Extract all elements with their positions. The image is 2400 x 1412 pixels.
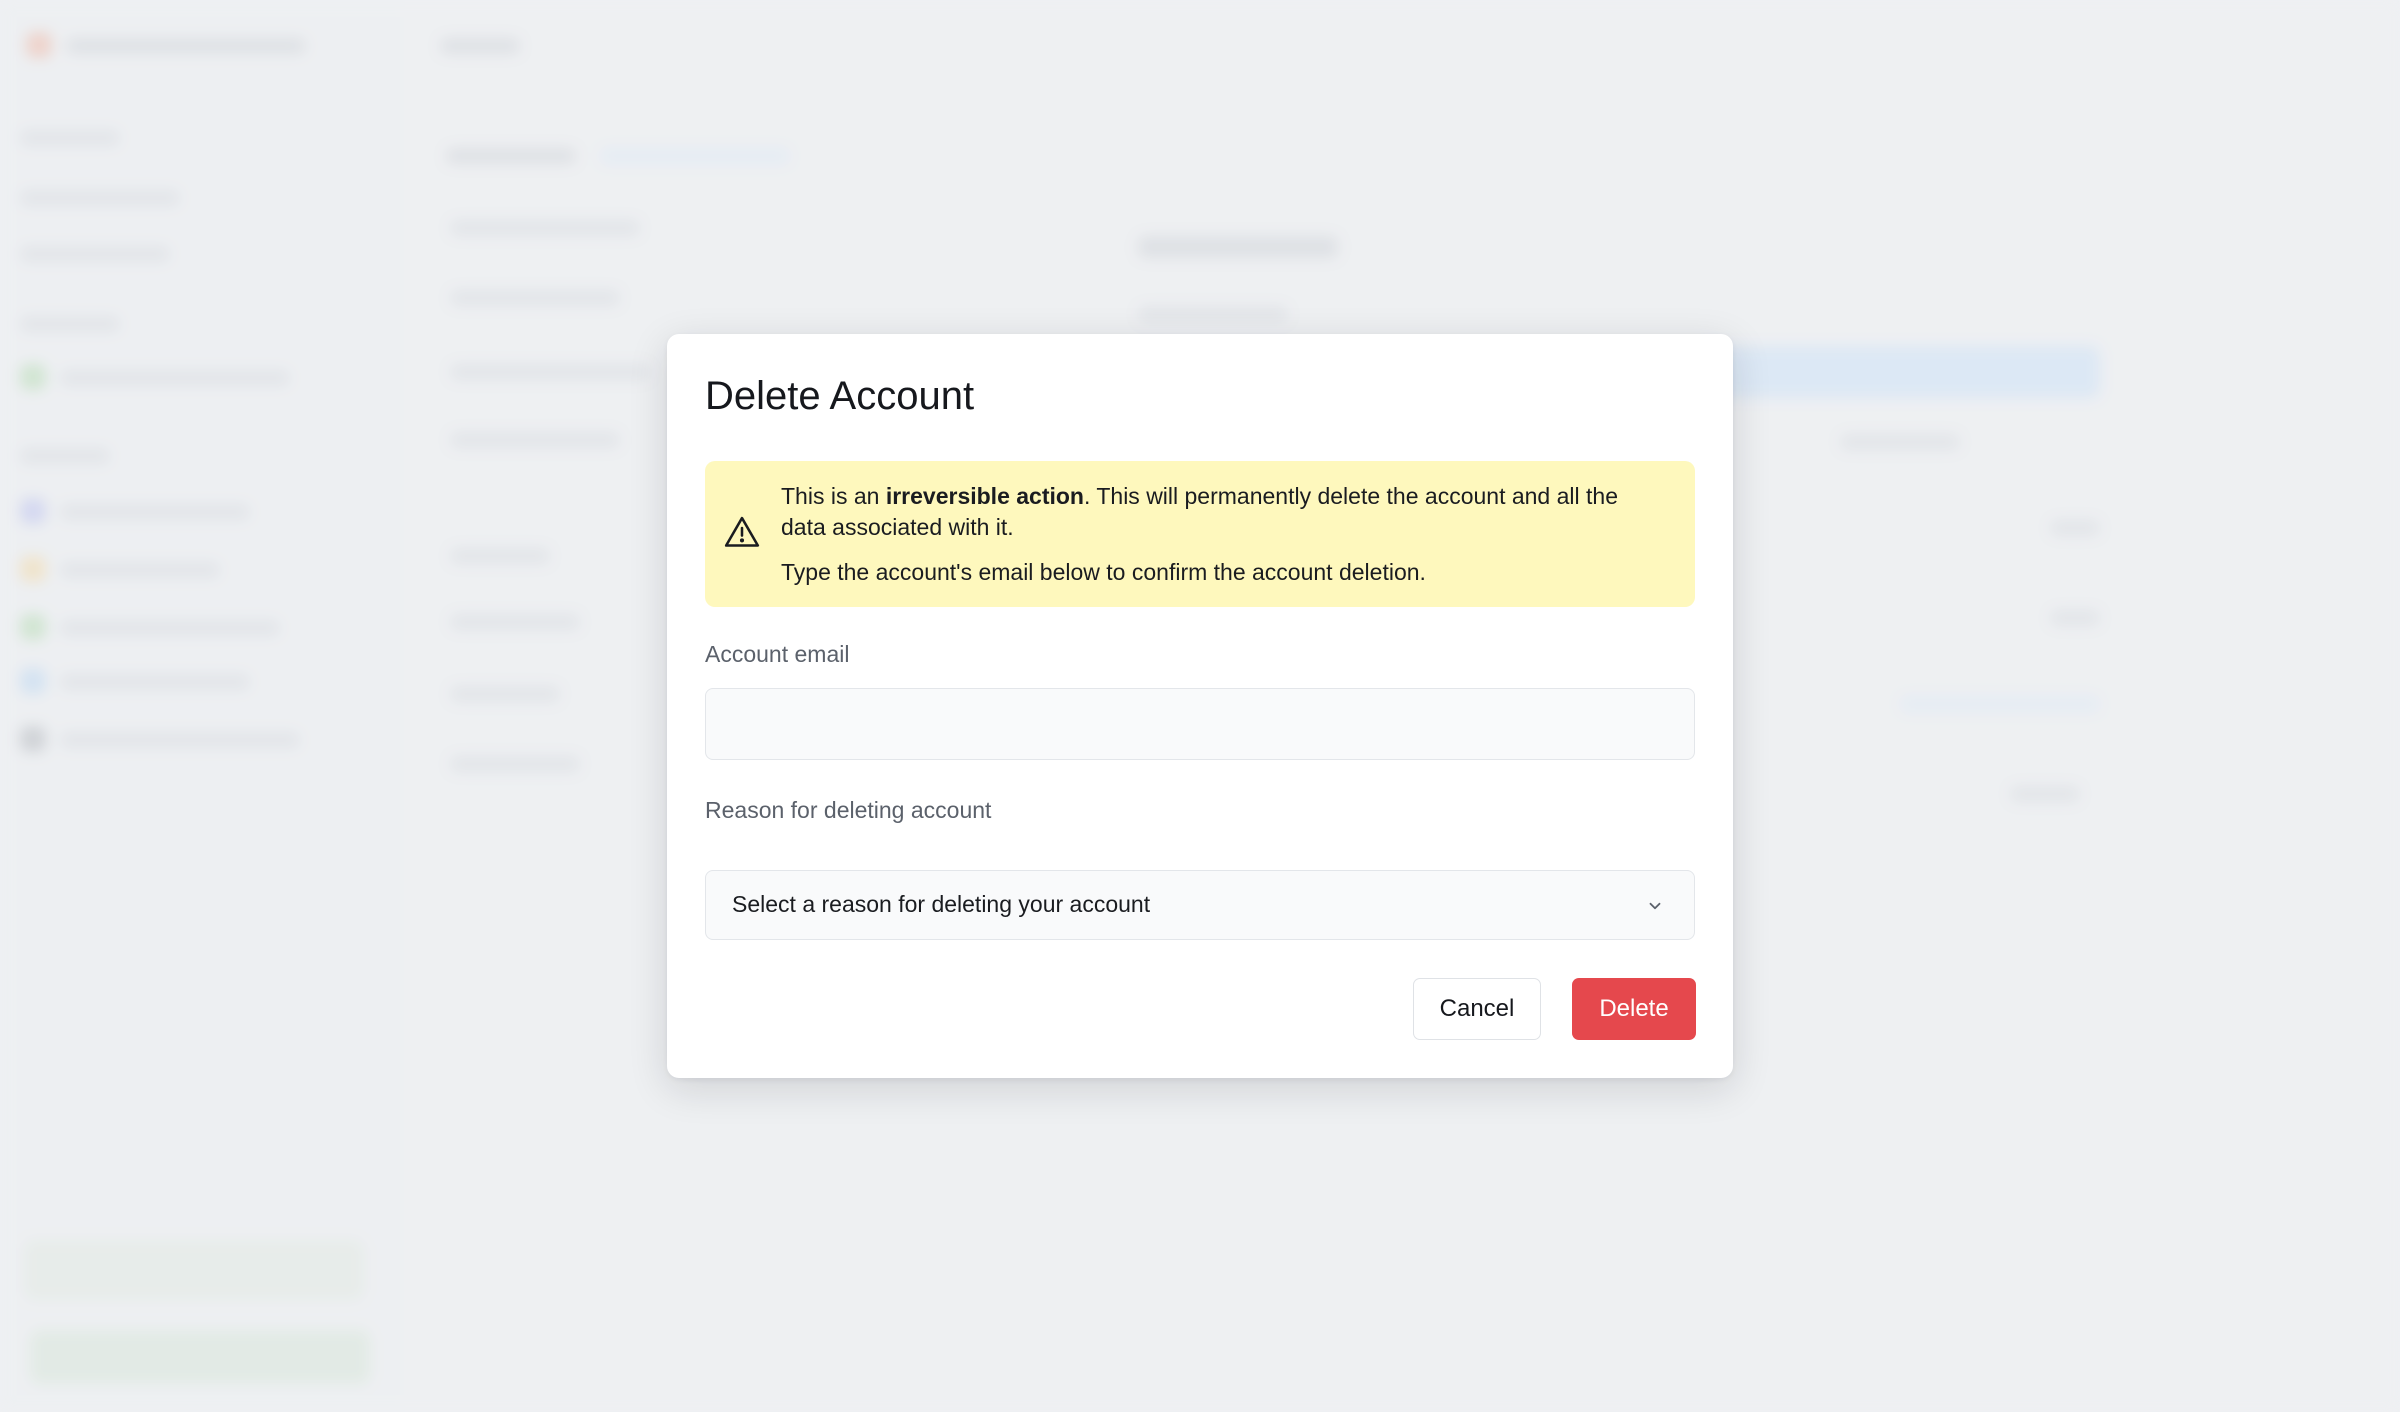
irreversible-warning-alert: This is an irreversible action. This wil…	[705, 461, 1695, 607]
warning-instruction: Type the account's email below to confir…	[781, 559, 1426, 585]
warning-triangle-icon	[723, 513, 761, 551]
cancel-button[interactable]: Cancel	[1413, 978, 1541, 1040]
account-email-label: Account email	[705, 641, 850, 667]
reason-select-value: Select a reason for deleting your accoun…	[732, 891, 1151, 917]
reason-label: Reason for deleting account	[705, 797, 992, 823]
account-email-input[interactable]	[705, 688, 1695, 760]
delete-account-dialog: Delete Account This is an irreversible a…	[667, 334, 1733, 1078]
warning-text: This is an irreversible action. This wil…	[781, 481, 1661, 588]
delete-button[interactable]: Delete	[1572, 978, 1696, 1040]
reason-select[interactable]: Select a reason for deleting your accoun…	[705, 870, 1695, 940]
dialog-title: Delete Account	[705, 374, 975, 418]
warning-emphasis: irreversible action	[885, 483, 1084, 509]
warning-message: This is an irreversible action. This wil…	[781, 481, 1661, 543]
chevron-down-icon	[1646, 897, 1664, 915]
warning-prefix: This is an	[781, 483, 886, 509]
